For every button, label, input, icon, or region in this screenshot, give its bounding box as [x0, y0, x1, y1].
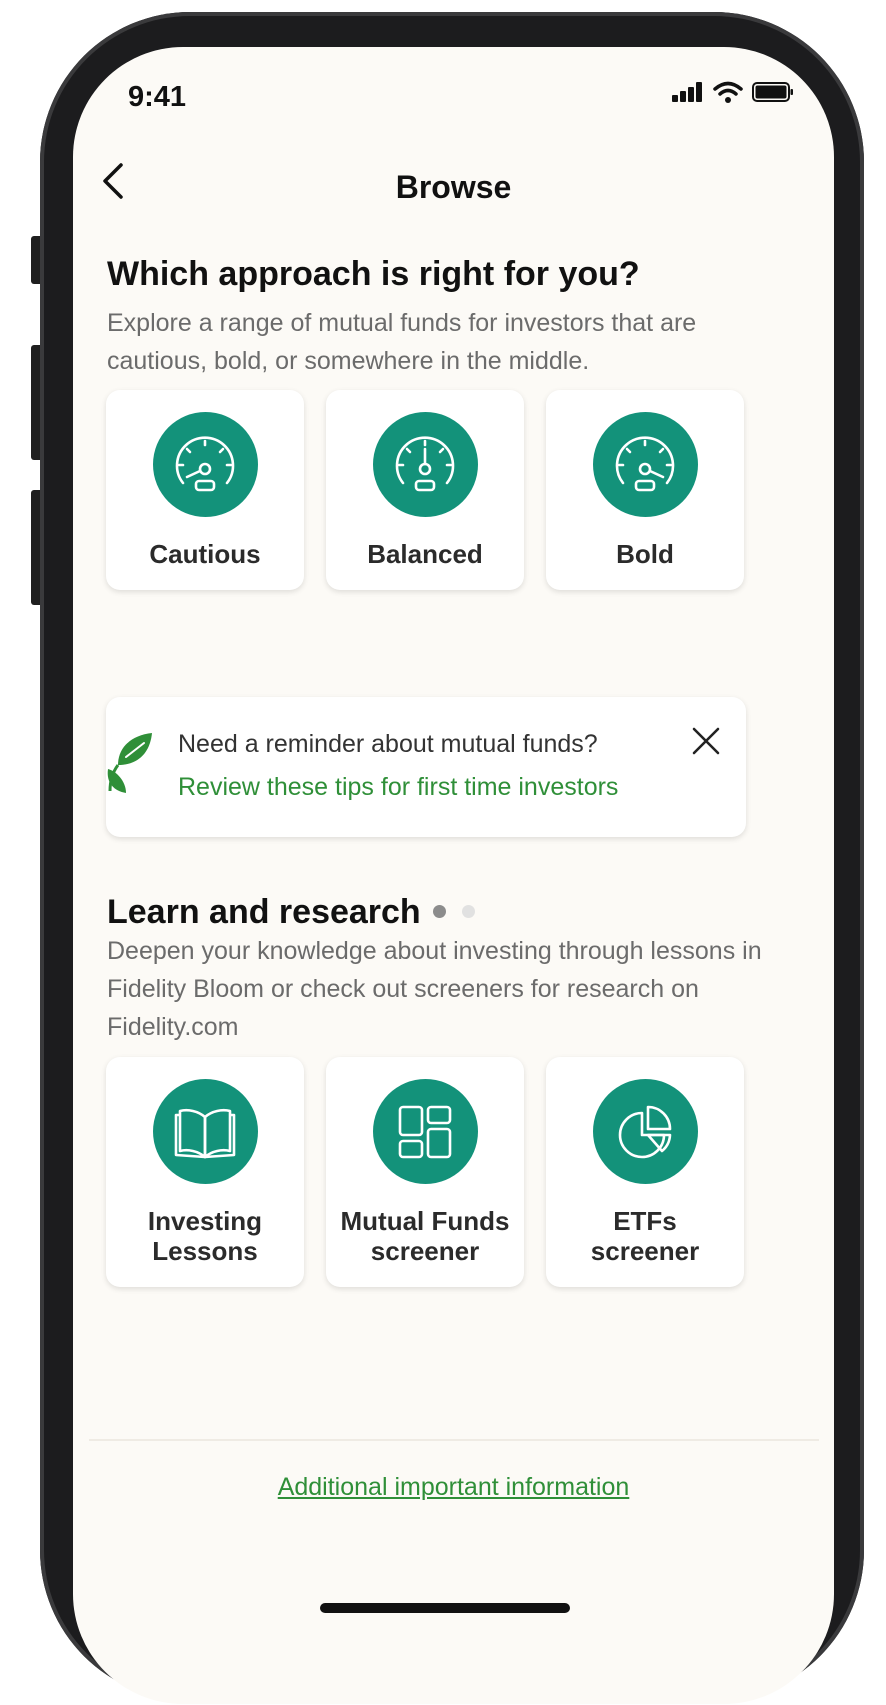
battery-icon	[752, 82, 793, 102]
close-icon[interactable]	[690, 725, 722, 757]
grid-icon	[372, 1079, 478, 1184]
home-indicator[interactable]	[320, 1603, 570, 1613]
gauge-high-icon	[592, 412, 698, 517]
bold-card[interactable]: Bold	[546, 390, 744, 590]
reminder-banner[interactable]: Need a reminder about mutual funds? Revi…	[106, 697, 746, 837]
card-label: Cautious	[149, 539, 261, 569]
gauge-mid-icon	[372, 412, 478, 517]
card-label-line: screener	[590, 1236, 700, 1266]
book-icon	[152, 1079, 258, 1184]
pie-chart-icon	[592, 1079, 698, 1184]
wifi-icon	[713, 81, 743, 103]
learn-cards: Investing Lessons Mutual Funds screener	[106, 1057, 744, 1287]
page-dot[interactable]	[461, 905, 475, 918]
card-label-line: ETFs	[613, 1206, 677, 1236]
card-label: ETFs screener	[591, 1206, 699, 1266]
card-label: Bold	[616, 539, 674, 569]
page-dot-active[interactable]	[432, 905, 446, 918]
card-label-line: Mutual Funds	[340, 1206, 510, 1236]
approach-cards: Cautious Balanced Bold	[106, 390, 744, 590]
etfs-screener-card[interactable]: ETFs screener	[546, 1057, 744, 1287]
approach-heading: Which approach is right for you?	[107, 255, 640, 293]
balanced-card[interactable]: Balanced	[326, 390, 524, 590]
mutual-funds-screener-card[interactable]: Mutual Funds screener	[326, 1057, 524, 1287]
learn-description: Deepen your knowledge about investing th…	[107, 937, 762, 1041]
card-label-line: Lessons	[152, 1236, 258, 1266]
status-icons	[672, 81, 794, 103]
reminder-tips-link[interactable]: Review these tips for first time investo…	[178, 773, 618, 802]
card-label: Investing Lessons	[148, 1206, 262, 1266]
card-label-line: Investing	[147, 1206, 263, 1236]
investing-lessons-card[interactable]: Investing Lessons	[106, 1057, 304, 1287]
page-title: Browse	[395, 169, 512, 205]
cautious-card[interactable]: Cautious	[106, 390, 304, 590]
card-label: Mutual Funds screener	[341, 1206, 510, 1266]
card-label-line: screener	[370, 1236, 480, 1266]
approach-description: Explore a range of mutual funds for inve…	[107, 309, 697, 375]
gauge-low-icon	[152, 412, 258, 517]
card-label: Balanced	[367, 539, 483, 569]
leaf-icon	[107, 733, 152, 793]
divider	[89, 1439, 819, 1441]
status-time: 9:41	[128, 81, 187, 113]
cellular-signal-icon	[672, 82, 702, 102]
screen: 9:41 Browse Which approach is right for …	[73, 47, 834, 1704]
learn-heading: Learn and research	[107, 893, 421, 931]
additional-info-link[interactable]: Additional important information	[73, 1473, 834, 1502]
reminder-question: Need a reminder about mutual funds?	[178, 730, 598, 758]
